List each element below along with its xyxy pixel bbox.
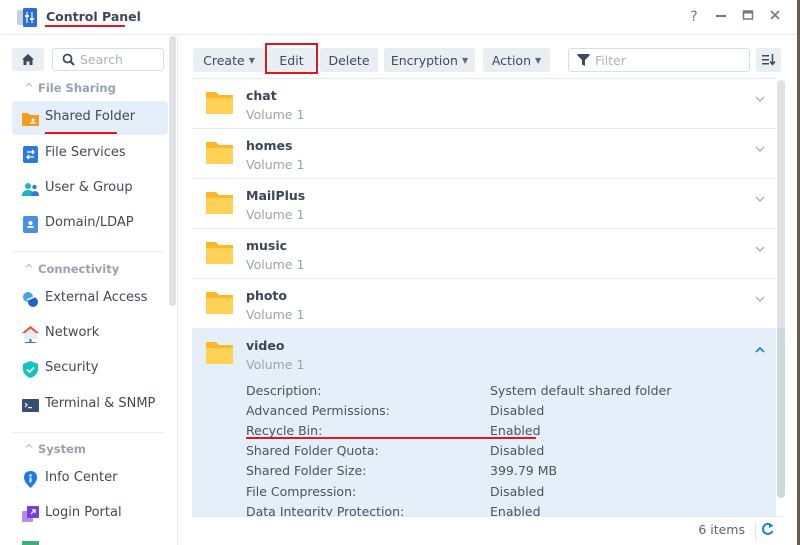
- filter-input[interactable]: [595, 52, 745, 68]
- folder-icon: [206, 242, 233, 264]
- sidebar-item-info-center[interactable]: Info Center: [12, 462, 168, 496]
- edit-annotation-box: [265, 43, 318, 74]
- folder-row-music[interactable]: music Volume 1: [192, 229, 776, 279]
- detail-label-advanced-permissions: Advanced Permissions:: [246, 403, 390, 418]
- terminal-icon: [22, 399, 39, 412]
- action-button[interactable]: Action ▼: [483, 48, 550, 72]
- list-footer: 6 items: [192, 516, 782, 544]
- search-input[interactable]: [80, 51, 160, 68]
- chevron-up-icon: ^: [24, 442, 34, 456]
- security-icon: [23, 361, 38, 378]
- sidebar-item-network[interactable]: Network: [12, 317, 168, 351]
- filter-icon: [577, 54, 590, 66]
- folder-row-homes[interactable]: homes Volume 1: [192, 129, 776, 179]
- sidebar-item-security[interactable]: Security: [12, 352, 168, 386]
- title-annotation-underline: [45, 25, 125, 27]
- file-services-icon: [23, 146, 38, 163]
- shared-folder-annotation-underline: [45, 132, 117, 134]
- dropdown-caret-icon: ▼: [461, 55, 469, 65]
- detail-value-shared-folder-size: 399.79 MB: [490, 463, 558, 478]
- detail-label-shared-folder-size: Shared Folder Size:: [246, 463, 367, 478]
- sidebar-item-login-portal[interactable]: Login Portal: [12, 497, 168, 531]
- maximize-button[interactable]: [739, 9, 757, 25]
- folder-row-chat[interactable]: chat Volume 1: [192, 79, 776, 129]
- sort-icon: [761, 54, 776, 66]
- detail-label-shared-folder-quota: Shared Folder Quota:: [246, 443, 379, 458]
- detail-value-shared-folder-quota: Disabled: [490, 443, 545, 458]
- maximize-icon: [742, 10, 754, 20]
- sidebar-divider: [12, 251, 164, 252]
- folder-row-mailplus[interactable]: MailPlus Volume 1: [192, 179, 776, 229]
- chevron-down-icon[interactable]: [755, 146, 765, 153]
- close-icon: [770, 10, 780, 20]
- create-button[interactable]: Create ▼: [193, 48, 265, 72]
- sidebar-item-terminal-snmp[interactable]: Terminal & SNMP: [12, 388, 168, 422]
- user-group-icon: [22, 183, 39, 196]
- detail-value-file-compression: Disabled: [490, 484, 545, 499]
- sidebar-search[interactable]: [52, 48, 164, 71]
- folder-icon: [206, 92, 233, 114]
- detail-label-data-integrity: Data Integrity Protection:: [246, 504, 405, 516]
- shared-folder-list: chat Volume 1 homes Volume 1 MailPlus Vo…: [192, 78, 776, 516]
- chevron-down-icon[interactable]: [755, 196, 765, 203]
- minimize-button[interactable]: [712, 9, 730, 25]
- chevron-down-icon[interactable]: [755, 246, 765, 253]
- group-header-system[interactable]: ^ System: [24, 442, 86, 456]
- chevron-down-icon[interactable]: [755, 96, 765, 103]
- sidebar-item-shared-folder[interactable]: Shared Folder: [12, 101, 168, 135]
- folder-icon: [206, 342, 233, 364]
- home-button[interactable]: [12, 48, 44, 71]
- folder-row-video[interactable]: video Volume 1 Description: System defau…: [192, 329, 776, 516]
- close-button[interactable]: [766, 9, 784, 25]
- delete-button[interactable]: Delete: [320, 48, 378, 72]
- chevron-up-icon[interactable]: [755, 346, 765, 353]
- detail-label-description: Description:: [246, 383, 322, 398]
- chevron-up-icon: ^: [24, 262, 34, 276]
- recycle-bin-annotation-underline: [246, 437, 536, 439]
- folder-icon: [206, 142, 233, 164]
- sidebar-item-file-services[interactable]: File Services: [12, 137, 168, 171]
- control-panel-icon: [17, 8, 37, 27]
- window-title: Control Panel: [46, 9, 141, 24]
- dropdown-caret-icon: ▼: [535, 55, 542, 65]
- minimize-icon: [716, 15, 726, 17]
- sidebar-divider: [12, 432, 164, 433]
- sidebar: ^File Sharing Shared Folder File Service…: [0, 36, 178, 545]
- item-count: 6 items: [698, 522, 745, 537]
- detail-label-recycle-bin: Recycle Bin:: [246, 423, 323, 438]
- partially-visible-icon: [22, 541, 39, 545]
- detail-value-description: System default shared folder: [490, 383, 672, 398]
- sidebar-scrollbar[interactable]: [169, 36, 176, 306]
- help-button[interactable]: ?: [685, 9, 703, 25]
- group-header-file-sharing[interactable]: ^ File Sharing: [24, 81, 116, 95]
- group-header-connectivity[interactable]: ^ Connectivity: [24, 262, 119, 276]
- list-scrollbar[interactable]: [777, 80, 785, 498]
- detail-value-advanced-permissions: Disabled: [490, 403, 545, 418]
- folder-row-photo[interactable]: photo Volume 1: [192, 279, 776, 329]
- search-icon: [62, 53, 75, 66]
- info-icon: [24, 471, 37, 488]
- sidebar-item-external-access[interactable]: External Access: [12, 282, 168, 316]
- sidebar-item-user-group[interactable]: User & Group: [12, 172, 168, 206]
- shared-folder-icon: [22, 113, 39, 126]
- filter-box[interactable]: [568, 48, 750, 72]
- encryption-button[interactable]: Encryption ▼: [384, 48, 475, 72]
- home-icon: [22, 54, 34, 65]
- sort-button[interactable]: [756, 48, 781, 72]
- folder-icon: [206, 292, 233, 314]
- chevron-down-icon[interactable]: [755, 296, 765, 303]
- external-access-icon: [23, 292, 38, 307]
- title-bar: Control Panel ?: [0, 0, 800, 35]
- domain-ldap-icon: [23, 216, 38, 233]
- detail-label-file-compression: File Compression:: [246, 484, 357, 499]
- detail-value-recycle-bin: Enabled: [490, 423, 541, 438]
- network-icon: [22, 326, 39, 343]
- folder-icon: [206, 192, 233, 214]
- chevron-up-icon: ^: [24, 81, 34, 95]
- detail-value-data-integrity: Enabled: [490, 504, 541, 516]
- login-portal-icon: [22, 506, 39, 522]
- refresh-icon[interactable]: [761, 522, 774, 536]
- dropdown-caret-icon: ▼: [248, 55, 255, 65]
- sidebar-item-domain-ldap[interactable]: Domain/LDAP: [12, 207, 168, 241]
